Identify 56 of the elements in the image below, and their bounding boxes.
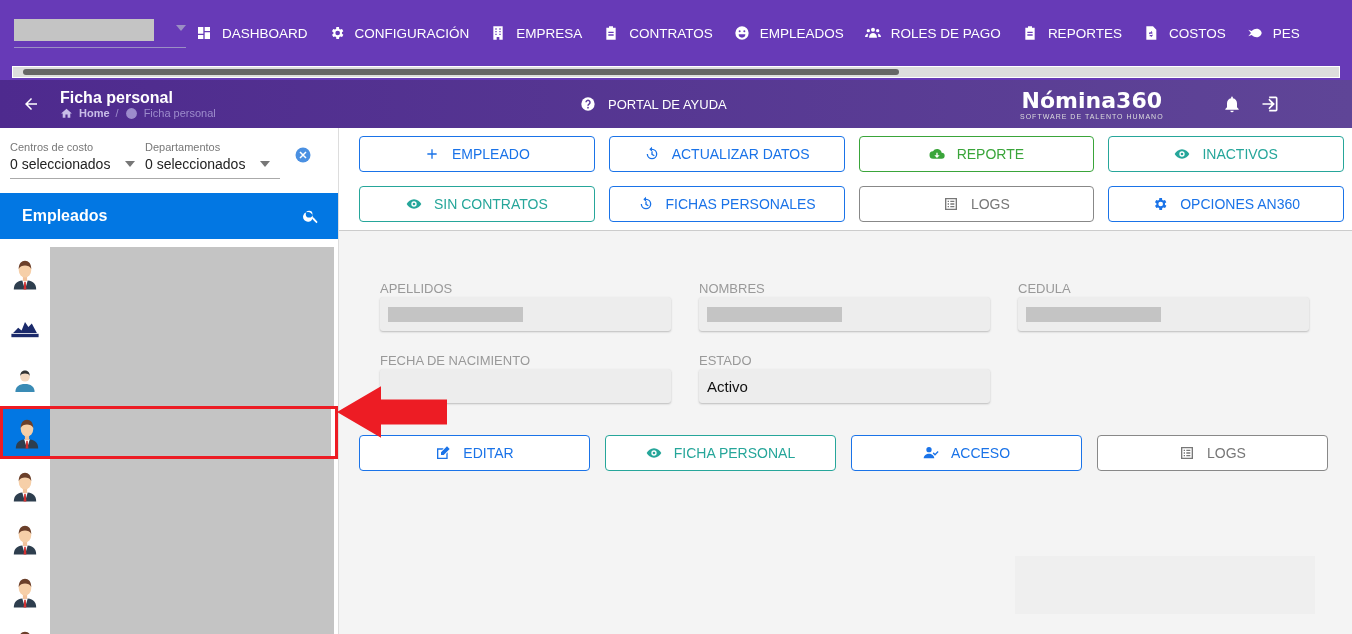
action-button[interactable]: EDITAR <box>359 435 590 471</box>
field-label: ESTADO <box>699 353 753 369</box>
nav-menu-item[interactable]: PES <box>1246 25 1300 41</box>
breadcrumb-link[interactable]: Home <box>79 107 110 119</box>
toolbar-button[interactable]: EMPLEADO <box>359 136 595 172</box>
nav-menu-item[interactable]: COSTOS <box>1142 25 1226 41</box>
edit-icon <box>435 445 452 461</box>
help-icon <box>580 96 596 112</box>
clear-filter-icon[interactable] <box>294 145 312 164</box>
input-field[interactable] <box>380 369 671 403</box>
toolbar-button[interactable]: FICHAS PERSONALES <box>608 186 845 222</box>
help-portal-link[interactable]: PORTAL DE AYUDA <box>580 96 1020 112</box>
field-label: FECHA DE NACIMIENTO <box>380 353 531 369</box>
toolbar-button[interactable]: ACTUALIZAR DATOS <box>608 136 845 172</box>
action-button[interactable]: LOGS <box>1097 435 1328 471</box>
panel-title: Empleados <box>22 207 108 225</box>
input-field[interactable] <box>699 297 990 331</box>
breadcrumb-current: Ficha personal <box>143 107 216 119</box>
eye-icon <box>405 196 422 212</box>
company-select[interactable] <box>14 18 186 48</box>
caret-icon <box>260 161 270 167</box>
action-button[interactable]: ACCESO <box>851 435 1082 471</box>
horizontal-scrollbar[interactable] <box>12 66 1340 78</box>
caret-icon <box>125 161 135 167</box>
nav-menu-item[interactable]: REPORTES <box>1021 25 1122 41</box>
toolbar-button[interactable]: LOGS <box>858 186 1095 222</box>
page-title: Ficha personal <box>60 88 174 107</box>
nav-menu-item[interactable]: ROLES DE PAGO <box>864 25 1001 41</box>
field-label: CEDULA <box>1018 281 1072 297</box>
caret-icon <box>176 24 186 31</box>
cloud-download-icon <box>928 146 945 162</box>
input-field[interactable]: Activo <box>699 369 990 403</box>
employee-list-item[interactable] <box>0 406 338 459</box>
person-check-icon <box>922 445 939 461</box>
list-icon <box>942 196 959 212</box>
dashboard-icon <box>196 25 212 41</box>
toolbar-button[interactable]: OPCIONES AN360 <box>1108 186 1344 222</box>
settings-icon <box>1152 196 1169 212</box>
input-field[interactable] <box>1018 297 1309 331</box>
field-label: APELLIDOS <box>380 281 454 297</box>
home-icon <box>60 106 73 120</box>
filter-dropdown[interactable]: Departamentos 0 seleccionados <box>145 140 280 179</box>
nav-menu-item[interactable]: CONTRATOS <box>603 25 713 41</box>
nav-menu-item[interactable]: DASHBOARD <box>196 25 308 41</box>
nav-menu-item[interactable]: EMPRESA <box>490 25 583 41</box>
nav-menu-item[interactable]: CONFIGURACIÓN <box>328 25 470 41</box>
filter-dropdown[interactable]: Centros de costo 0 seleccionados <box>10 140 145 179</box>
breadcrumb-separator: / <box>115 107 119 119</box>
field-label: NOMBRES <box>699 281 766 297</box>
eye-icon <box>645 445 662 461</box>
input-field[interactable] <box>380 297 671 331</box>
logo-wordmark: Nómina360 <box>1021 88 1162 113</box>
list-icon <box>1179 445 1196 461</box>
nav-menu-item[interactable]: EMPLEADOS <box>733 25 844 41</box>
people-icon <box>864 25 881 41</box>
eye-icon <box>1174 146 1191 162</box>
